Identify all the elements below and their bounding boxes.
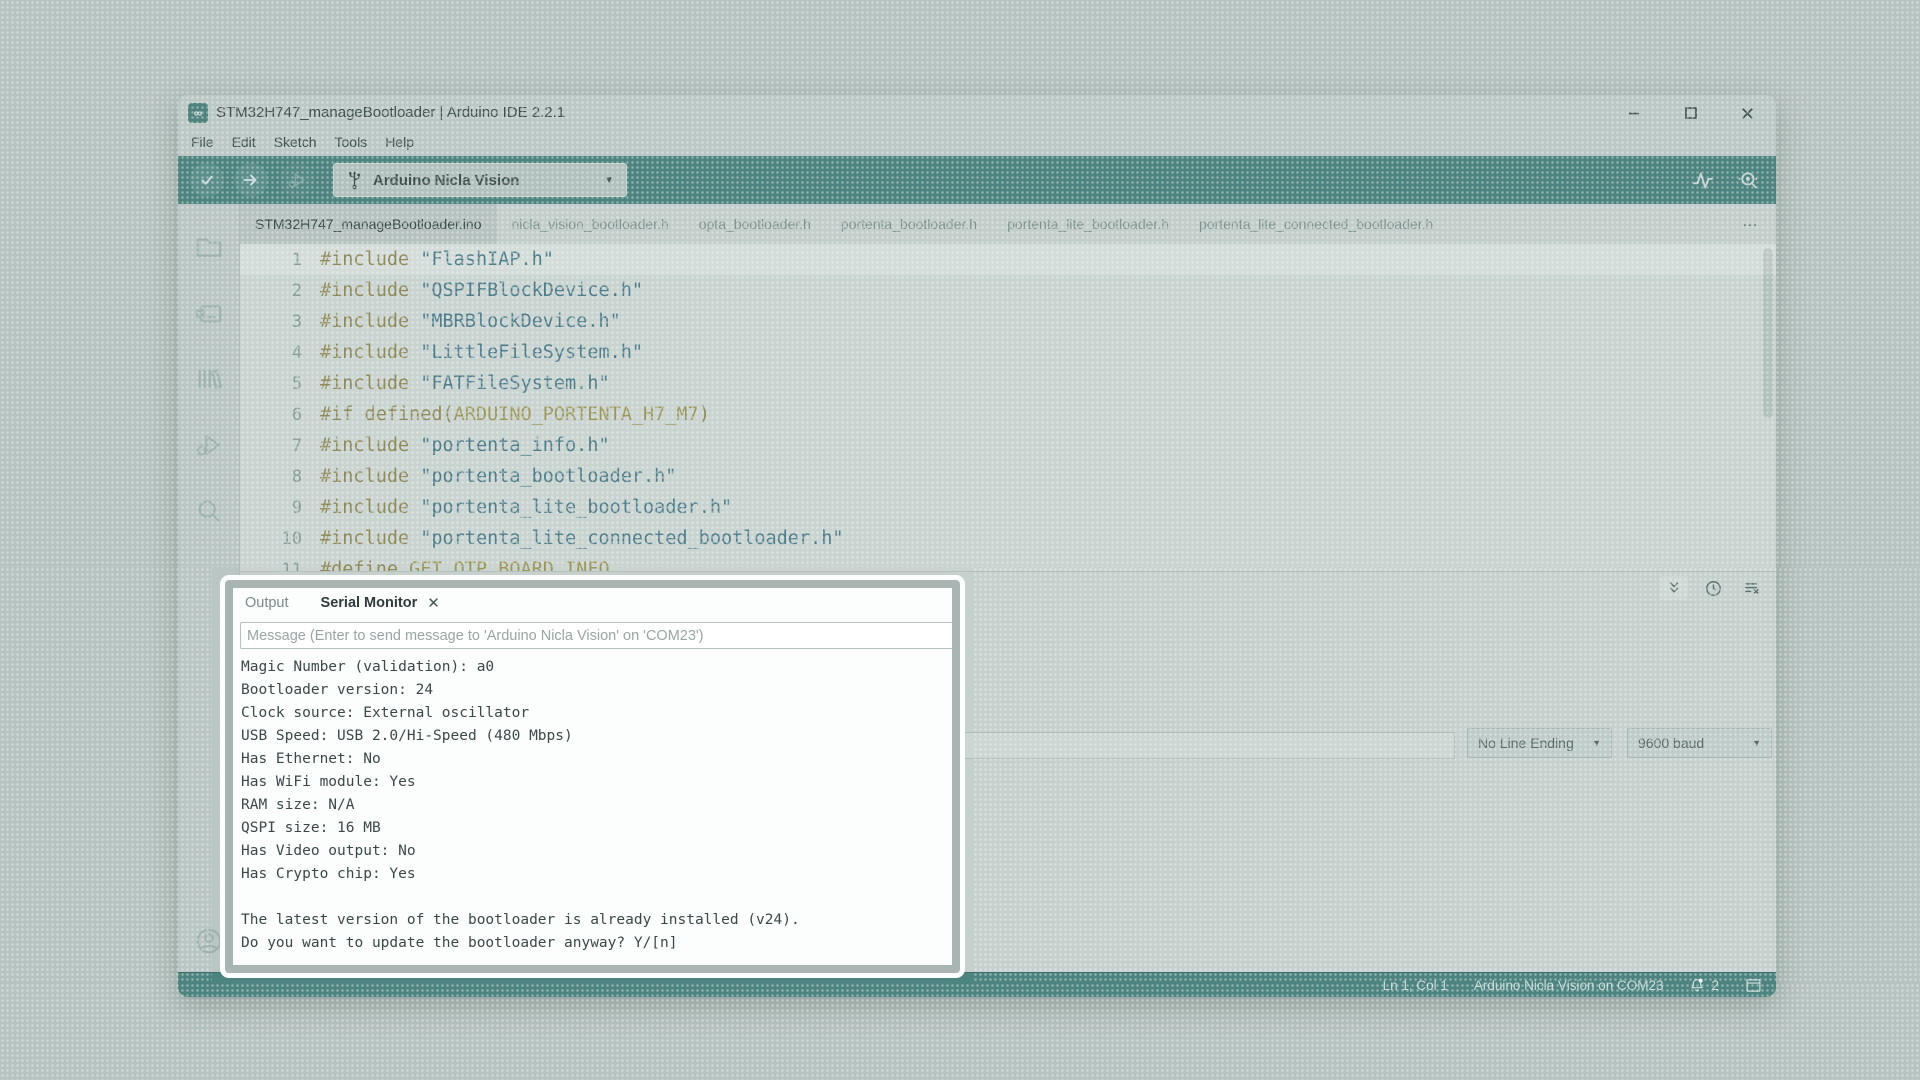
- serial-output-line: Has Ethernet: No: [241, 748, 952, 771]
- serial-output-line: Do you want to update the bootloader any…: [241, 932, 952, 955]
- activity-sidebar: [178, 204, 240, 972]
- menu-item-file[interactable]: File: [182, 131, 223, 156]
- code-editor[interactable]: 1#include "FlashIAP.h"2#include "QSPIFBl…: [240, 244, 1776, 571]
- sidebar-library-manager-icon[interactable]: [194, 364, 224, 394]
- code-line-11: 11#define GET_OTP_BOARD_INFO: [240, 554, 1776, 571]
- window-controls: [1605, 95, 1776, 131]
- baud-rate-dropdown[interactable]: 9600 baud ▼: [1627, 728, 1772, 758]
- serial-output-line: QSPI size: 16 MB: [241, 817, 952, 840]
- debug-play-icon: [287, 170, 307, 190]
- code-line-2: 2#include "QSPIFBlockDevice.h": [240, 275, 1776, 306]
- editor-scrollbar[interactable]: [1763, 248, 1773, 418]
- editor-tab-bar: STM32H747_manageBootloader.inonicla_visi…: [240, 204, 1776, 244]
- desktop: ∞ STM32H747_manageBootloader | Arduino I…: [0, 0, 1920, 1080]
- panel-tabs: Output Serial Monitor ✕: [233, 588, 952, 618]
- editor-tab-1[interactable]: nicla_vision_bootloader.h: [497, 204, 684, 244]
- sidebar-boards-manager-icon[interactable]: [194, 299, 224, 329]
- verify-button[interactable]: [190, 163, 224, 197]
- tab-overflow-menu[interactable]: …: [1724, 204, 1776, 244]
- close-serial-monitor-icon[interactable]: ✕: [427, 594, 440, 612]
- serial-output-line: RAM size: N/A: [241, 794, 952, 817]
- status-bar: Ln 1, Col 1 Arduino Nicla Vision on COM2…: [178, 972, 1776, 997]
- sidebar-account-icon[interactable]: [194, 926, 224, 956]
- serial-message-input[interactable]: [240, 622, 952, 649]
- debug-button[interactable]: [280, 163, 314, 197]
- code-line-6: 6#if defined(ARDUINO_PORTENTA_H7_M7): [240, 399, 1776, 430]
- serial-output[interactable]: Magic Number (validation): a0Bootloader …: [241, 656, 952, 955]
- toggle-bottom-panel-icon[interactable]: [1745, 977, 1762, 994]
- serial-output-line: Has Video output: No: [241, 840, 952, 863]
- sidebar-sketchbook-icon[interactable]: [194, 232, 224, 262]
- tab-serial-monitor[interactable]: Serial Monitor: [321, 595, 418, 611]
- menu-item-help[interactable]: Help: [376, 131, 423, 156]
- editor-tab-5[interactable]: portenta_lite_connected_bootloader.h: [1184, 204, 1448, 244]
- usb-icon: [346, 170, 363, 190]
- menu-item-edit[interactable]: Edit: [223, 131, 265, 156]
- menu-item-tools[interactable]: Tools: [326, 131, 377, 156]
- cursor-position[interactable]: Ln 1, Col 1: [1383, 978, 1448, 993]
- serial-output-line: USB Speed: USB 2.0/Hi-Speed (480 Mbps): [241, 725, 952, 748]
- serial-output-line: Has Crypto chip: Yes: [241, 863, 952, 886]
- serial-output-line: Magic Number (validation): a0: [241, 656, 952, 679]
- serial-output-line: Has WiFi module: Yes: [241, 771, 952, 794]
- code-line-7: 7#include "portenta_info.h": [240, 430, 1776, 461]
- notifications[interactable]: 2: [1689, 977, 1719, 993]
- upload-button[interactable]: [234, 163, 268, 197]
- menu-bar: FileEditSketchToolsHelp: [178, 131, 1776, 156]
- serial-output-line: Clock source: External oscillator: [241, 702, 952, 725]
- serial-monitor-panel: Output Serial Monitor ✕ Magic Number (va…: [233, 588, 952, 965]
- code-line-4: 4#include "LittleFileSystem.h": [240, 337, 1776, 368]
- check-icon: [197, 170, 217, 190]
- line-ending-dropdown[interactable]: No Line Ending ▼: [1467, 728, 1612, 758]
- bell-icon: [1689, 977, 1705, 993]
- code-line-1: 1#include "FlashIAP.h": [240, 244, 1776, 275]
- board-selector-dropdown[interactable]: Arduino Nicla Vision ▼: [333, 163, 627, 197]
- editor-tab-2[interactable]: opta_bootloader.h: [684, 204, 826, 244]
- chevron-down-icon: ▼: [604, 175, 614, 186]
- window-title: STM32H747_manageBootloader | Arduino IDE…: [216, 104, 565, 121]
- minimize-button[interactable]: [1605, 95, 1662, 131]
- editor-tab-3[interactable]: portenta_bootloader.h: [826, 204, 992, 244]
- chevron-down-icon: ▼: [1752, 738, 1761, 748]
- notification-count: 2: [1711, 978, 1719, 993]
- serial-output-line: The latest version of the bootloader is …: [241, 909, 952, 932]
- editor-tab-4[interactable]: portenta_lite_bootloader.h: [992, 204, 1184, 244]
- code-line-9: 9#include "portenta_lite_bootloader.h": [240, 492, 1776, 523]
- code-line-3: 3#include "MBRBlockDevice.h": [240, 306, 1776, 337]
- selected-board-label: Arduino Nicla Vision: [373, 172, 519, 189]
- menu-item-sketch[interactable]: Sketch: [265, 131, 326, 156]
- editor-tab-0[interactable]: STM32H747_manageBootloader.ino: [240, 204, 497, 244]
- spotlight-dim-bottom: [0, 983, 1920, 1080]
- chevron-down-icon: ▼: [1592, 738, 1601, 748]
- sidebar-debug-panel-icon[interactable]: [194, 430, 224, 460]
- serial-output-line: [241, 886, 952, 909]
- close-button[interactable]: [1719, 95, 1776, 131]
- maximize-button[interactable]: [1662, 95, 1719, 131]
- code-line-10: 10#include "portenta_lite_connected_boot…: [240, 523, 1776, 554]
- code-line-8: 8#include "portenta_bootloader.h": [240, 461, 1776, 492]
- arduino-app-icon: ∞: [188, 103, 208, 123]
- clear-output-icon[interactable]: [1738, 576, 1766, 600]
- board-port-status[interactable]: Arduino Nicla Vision on COM23: [1474, 978, 1664, 993]
- title-bar: ∞ STM32H747_manageBootloader | Arduino I…: [178, 95, 1776, 131]
- sidebar-search-icon[interactable]: [194, 496, 224, 526]
- tab-output[interactable]: Output: [245, 595, 289, 611]
- timestamp-icon[interactable]: [1699, 576, 1727, 600]
- collapse-panel-icon[interactable]: [1660, 576, 1688, 600]
- toolbar: Arduino Nicla Vision ▼: [178, 156, 1776, 204]
- arrow-right-icon: [241, 170, 261, 190]
- code-line-5: 5#include "FATFileSystem.h": [240, 368, 1776, 399]
- serial-plotter-button[interactable]: [1690, 167, 1716, 193]
- serial-message-input-dimmed[interactable]: [957, 732, 1455, 759]
- serial-monitor-button[interactable]: [1736, 167, 1762, 193]
- serial-output-line: Bootloader version: 24: [241, 679, 952, 702]
